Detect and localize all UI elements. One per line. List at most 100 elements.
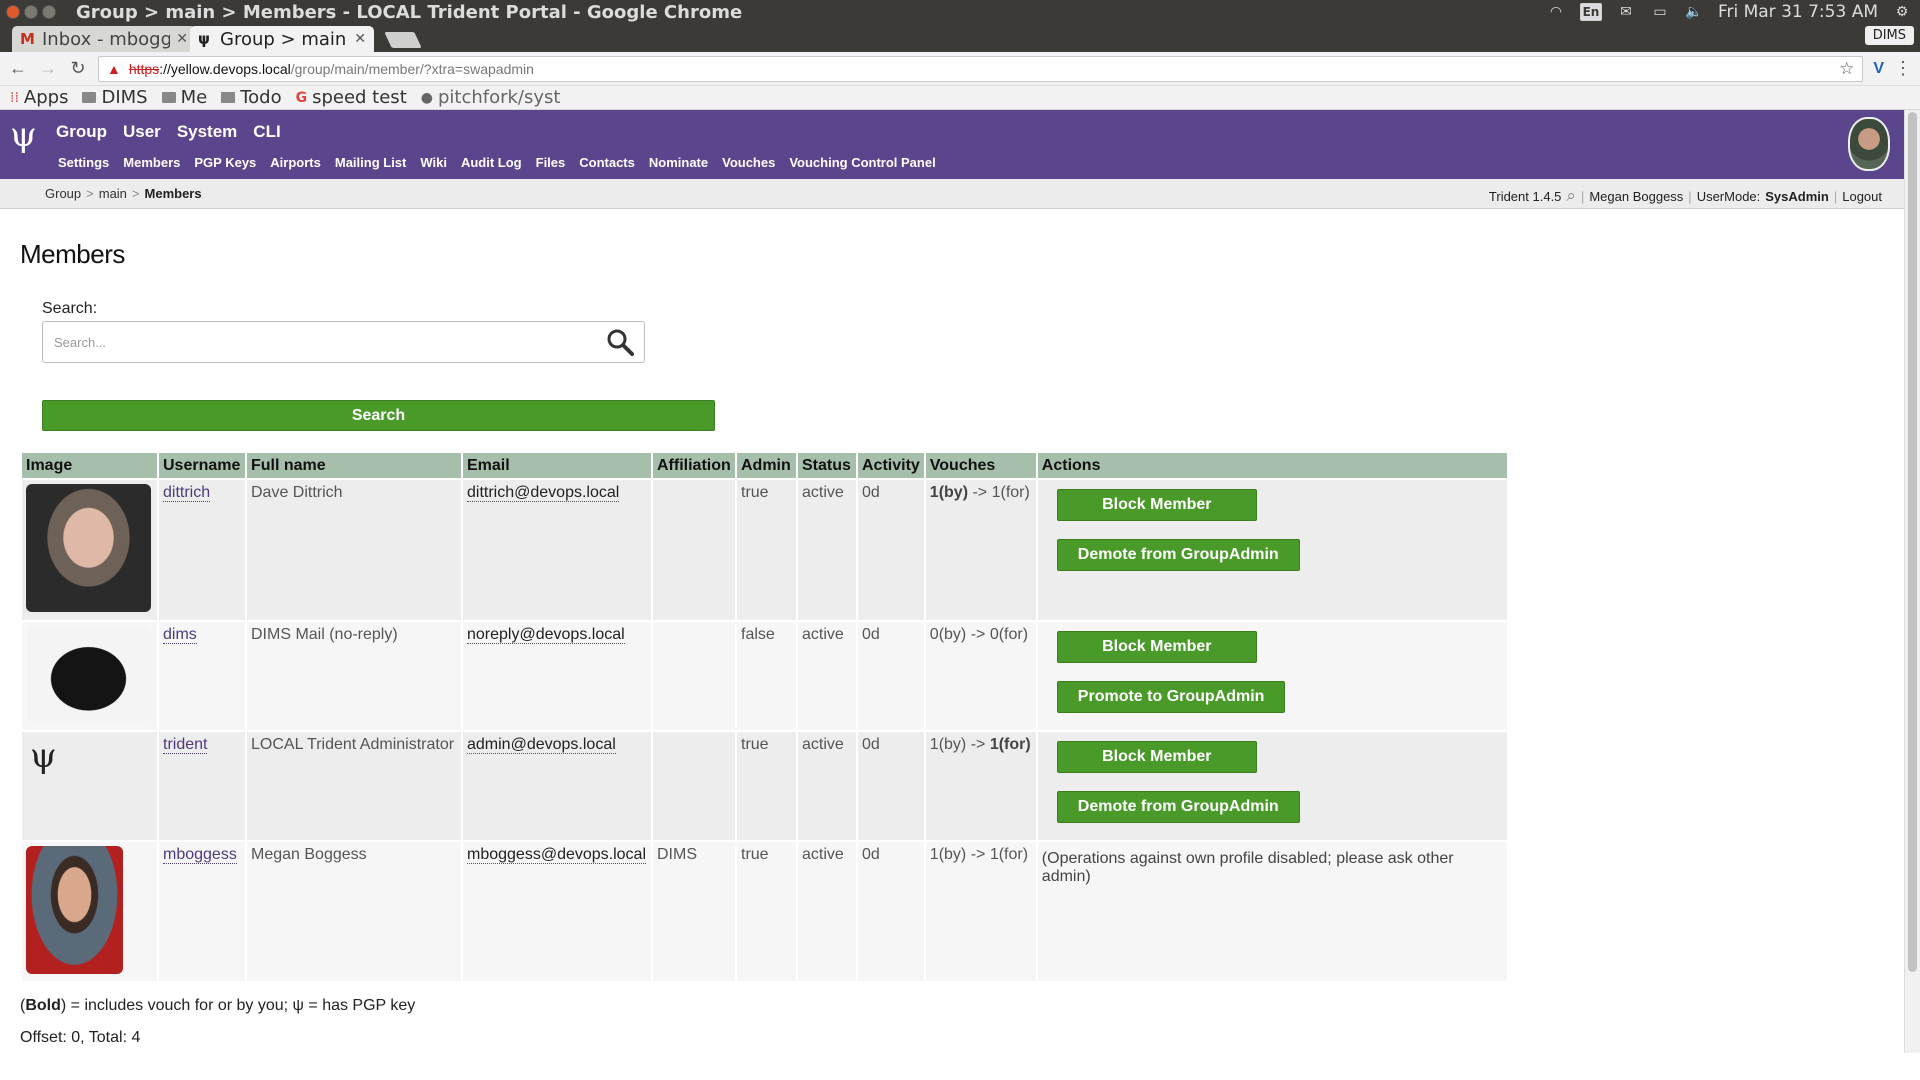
cell-status: active [796,730,858,842]
username-link[interactable]: mboggess [163,846,237,864]
member-avatar [26,484,151,612]
subnav-vouching-control-panel[interactable]: Vouching Control Panel [789,155,935,170]
minimize-window-button[interactable] [24,5,38,19]
url-path: /group/main/member/?xtra=swapadmin [290,60,534,77]
maximize-window-button[interactable] [42,5,56,19]
cell-activity: 0d [856,730,926,842]
window-title: Group > main > Members - LOCAL Trident P… [76,1,743,23]
breadcrumb-group[interactable]: Group [45,186,81,201]
cell-fullname: Dave Dittrich [245,478,463,622]
usermode-toggle[interactable]: SysAdmin [1765,189,1829,204]
block-member-button[interactable]: Block Member [1056,741,1257,773]
bookmark-dims[interactable]: DIMS [82,87,148,108]
clock[interactable]: Fri Mar 31 7:53 AM [1718,2,1878,22]
email-link[interactable]: mboggess@devops.local [467,846,647,864]
google-icon: G [295,89,308,106]
vouch-separator: -> [968,484,992,501]
nav-user[interactable]: User [123,122,161,142]
current-user-link[interactable]: Megan Boggess [1589,189,1683,204]
vouch-separator: -> [966,846,990,863]
cell-fullname: DIMS Mail (no-reply) [245,620,463,732]
email-link[interactable]: dittrich@devops.local [467,484,620,502]
search-label: Search: [42,300,98,317]
subnav-files[interactable]: Files [536,155,566,170]
forward-arrow-icon[interactable]: → [38,58,58,79]
block-member-button[interactable]: Block Member [1056,489,1257,521]
subnav-mailing-list[interactable]: Mailing List [335,155,407,170]
tab-close-icon[interactable]: ✕ [176,31,188,47]
legend-text: ) = includes vouch for or by you; ψ = ha… [60,997,416,1014]
subnav-contacts[interactable]: Contacts [579,155,635,170]
search-icon[interactable]: ⌕ [1566,186,1576,206]
username-link[interactable]: trident [163,736,208,754]
bookmark-todo[interactable]: Todo [221,87,282,108]
subnav-settings[interactable]: Settings [58,155,109,170]
tab-members[interactable]: ψ Group > main > Members ✕ [190,26,374,52]
extension-icon[interactable]: V [1873,60,1884,78]
mail-icon[interactable]: ✉ [1616,4,1636,20]
trident-logo-icon[interactable]: ψ [10,118,37,152]
new-tab-button[interactable] [384,32,422,48]
wifi-icon[interactable]: ◠ [1546,4,1566,20]
battery-icon[interactable]: ▭ [1650,4,1670,20]
profile-button[interactable]: DIMS [1864,26,1914,45]
settings-gear-icon[interactable]: ⚙ [1892,4,1912,20]
keyboard-layout-indicator[interactable]: En [1579,3,1602,21]
subnav-vouches[interactable]: Vouches [722,155,775,170]
bookmark-pitchfork[interactable]: ● pitchfork/syst [421,87,561,108]
logout-link[interactable]: Logout [1842,189,1882,204]
tab-inbox[interactable]: M Inbox - mboggess ✕ [12,26,196,52]
bookmark-speed-test[interactable]: Gspeed test [296,87,407,108]
bookmark-star-icon[interactable]: ☆ [1839,59,1854,79]
subnav-members[interactable]: Members [123,155,180,170]
cell-actions: Block Member Promote to GroupAdmin [1035,620,1510,732]
column-header: Admin [735,451,798,480]
nav-cli[interactable]: CLI [253,122,280,142]
breadcrumb-main[interactable]: main [99,186,127,201]
trident-favicon-icon: ψ [198,30,210,48]
tab-close-icon[interactable]: ✕ [354,31,366,47]
username-link[interactable]: dittrich [163,484,211,502]
version-label[interactable]: Trident 1.4.5 [1489,189,1562,204]
subnav-nominate[interactable]: Nominate [649,155,708,170]
email-link[interactable]: admin@devops.local [467,736,616,754]
promote-groupadmin-button[interactable]: Promote to GroupAdmin [1056,681,1286,713]
search-button[interactable]: Search [42,400,715,431]
demote-groupadmin-button[interactable]: Demote from GroupAdmin [1056,791,1300,823]
block-member-button[interactable]: Block Member [1056,631,1257,663]
email-link[interactable]: noreply@devops.local [467,626,625,644]
security-warning-icon[interactable]: ▲ [107,61,121,77]
search-icon[interactable] [606,328,634,356]
nav-system[interactable]: System [177,122,237,142]
user-avatar[interactable] [1848,117,1890,171]
cell-activity: 0d [856,620,926,732]
system-tray: ◠ En ✉ ▭ 🔈 Fri Mar 31 7:53 AM ⚙ [1546,2,1912,22]
back-arrow-icon[interactable]: ← [8,58,28,79]
reload-icon[interactable]: ↻ [68,58,88,79]
separator: | [1580,188,1585,204]
cell-admin: true [735,478,798,622]
scrollbar-thumb[interactable] [1908,112,1917,972]
subnav-airports[interactable]: Airports [270,155,321,170]
page-scrollbar[interactable] [1904,110,1920,1053]
members-table: Image Username Full name Email Affiliati… [20,451,1510,983]
bookmark-apps[interactable]: ⁞⁞ Apps [10,87,68,108]
vouch-separator: -> [966,626,990,643]
vouch-for: 1(for) [989,736,1031,753]
demote-groupadmin-button[interactable]: Demote from GroupAdmin [1056,539,1300,571]
table-row: dittrich Dave Dittrich dittrich@devops.l… [20,478,1510,622]
cell-affiliation [651,730,737,842]
subnav-pgp-keys[interactable]: PGP Keys [194,155,256,170]
address-bar[interactable]: ▲ https://yellow.devops.local/group/main… [98,55,1864,82]
os-title-bar: Group > main > Members - LOCAL Trident P… [0,0,1920,24]
volume-icon[interactable]: 🔈 [1684,4,1704,20]
subnav-audit-log[interactable]: Audit Log [461,155,522,170]
cell-image [20,620,159,732]
username-link[interactable]: dims [163,626,197,644]
subnav-wiki[interactable]: Wiki [420,155,447,170]
search-input[interactable]: Search... [42,321,645,363]
close-window-button[interactable] [6,5,20,19]
chrome-menu-icon[interactable]: ⋮ [1894,58,1912,79]
bookmark-me[interactable]: Me [161,87,207,108]
nav-group[interactable]: Group [56,122,107,142]
